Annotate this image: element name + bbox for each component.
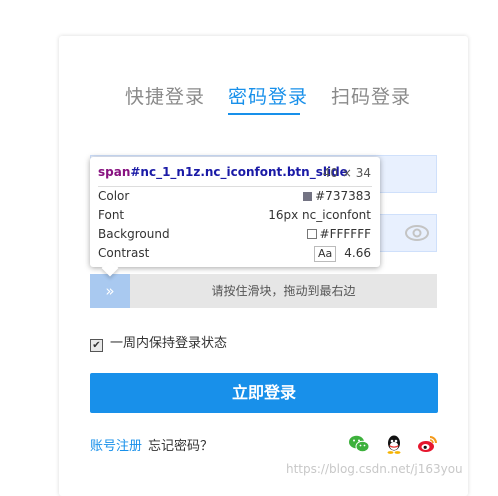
slider-hint-text: 请按住滑块，拖动到最右边	[211, 284, 356, 298]
qq-icon[interactable]	[383, 433, 405, 455]
wechat-icon[interactable]	[348, 433, 370, 455]
tooltip-color-label: Color	[98, 189, 130, 203]
tooltip-selector: #nc_1_n1z.nc_iconfont.btn_slide	[130, 165, 348, 179]
background-swatch-icon	[306, 229, 317, 239]
tab-password-login[interactable]: 密码登录	[228, 82, 308, 109]
tab-scan-login[interactable]: 扫码登录	[331, 82, 411, 109]
tooltip-background-value-wrap: #FFFFFF	[306, 225, 371, 243]
show-password-eye-icon[interactable]	[404, 222, 430, 244]
weibo-icon[interactable]	[416, 433, 438, 455]
register-link[interactable]: 账号注册	[90, 439, 142, 454]
tooltip-font-value: 16px nc_iconfont	[268, 208, 371, 222]
tab-quick-login[interactable]: 快捷登录	[125, 82, 205, 109]
slider-handle-button[interactable]: »	[90, 274, 130, 308]
tooltip-row-contrast: Contrast Aa 4.66	[98, 244, 371, 262]
remember-label: 一周内保持登录状态	[110, 336, 228, 351]
tooltip-tag: span	[98, 165, 131, 179]
forgot-password-link[interactable]: 忘记密码？	[148, 439, 213, 454]
tooltip-color-value: #737383	[315, 189, 371, 203]
tooltip-background-value: #FFFFFF	[319, 227, 371, 241]
tooltip-row-background: Background #FFFFFF	[98, 225, 371, 243]
tooltip-row-font: Font 16px nc_iconfont	[98, 206, 371, 224]
active-tab-indicator	[228, 113, 300, 115]
watermark: https://blog.csdn.net/j163you	[286, 462, 463, 476]
footer-links: 账号注册 忘记密码？	[90, 435, 213, 454]
tooltip-contrast-label: Contrast	[98, 246, 150, 260]
tooltip-element-title: span#nc_1_n1z.nc_iconfont.btn_slide	[98, 165, 348, 179]
tooltip-contrast-value-wrap: Aa 4.66	[314, 244, 371, 262]
tooltip-font-label: Font	[98, 208, 125, 222]
devtools-inspect-tooltip: span#nc_1_n1z.nc_iconfont.btn_slide 40 ×…	[90, 157, 380, 277]
remember-me[interactable]: ✔ 一周内保持登录状态	[90, 332, 227, 352]
login-button[interactable]: 立即登录	[90, 373, 438, 413]
remember-checkbox[interactable]: ✔	[90, 339, 103, 352]
contrast-badge: Aa	[314, 246, 337, 262]
tooltip-contrast-value: 4.66	[344, 246, 371, 260]
tooltip-size: 40 × 34	[322, 166, 371, 180]
tooltip-background-label: Background	[98, 227, 170, 241]
tooltip-color-value-wrap: #737383	[303, 187, 371, 205]
tooltip-row-color: Color #737383	[98, 187, 371, 205]
color-swatch-icon	[303, 192, 313, 201]
